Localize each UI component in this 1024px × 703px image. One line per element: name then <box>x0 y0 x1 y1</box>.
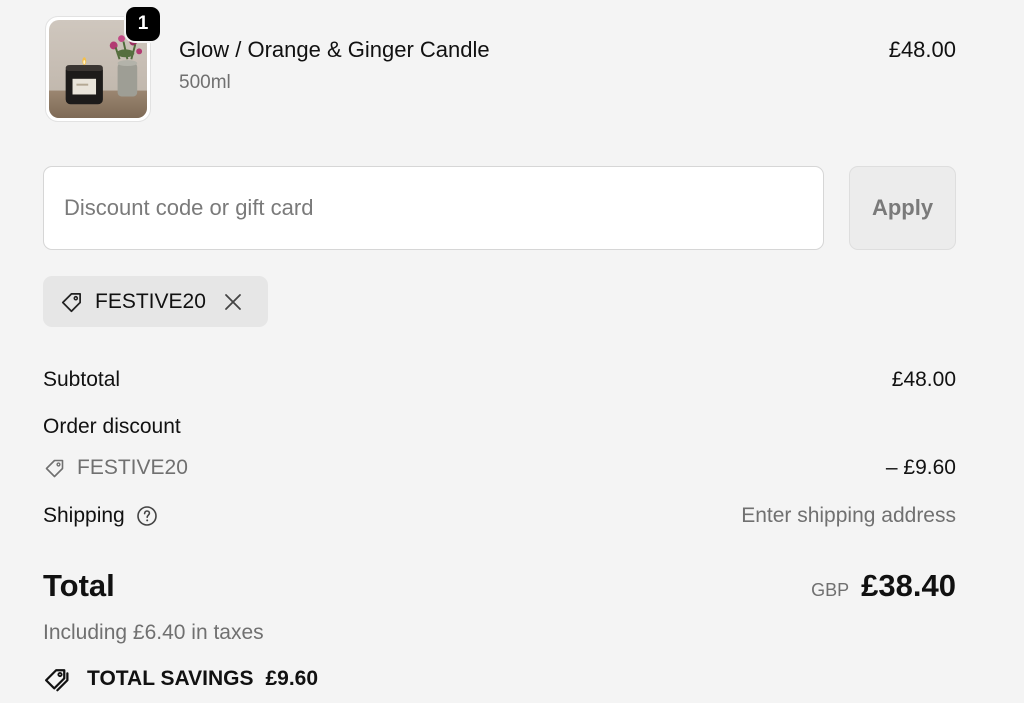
discount-code-input[interactable] <box>43 166 824 250</box>
shipping-help-button[interactable] <box>135 504 159 528</box>
discount-code-label: FESTIVE20 <box>77 456 188 479</box>
remove-discount-button[interactable] <box>222 291 244 313</box>
total-label: Total <box>43 568 115 603</box>
question-circle-icon <box>136 506 157 526</box>
shipping-row-label: Shipping <box>43 504 159 528</box>
total-amount: £38.40 <box>861 568 956 603</box>
subtotal-value: £48.00 <box>891 368 956 391</box>
discount-code-line: FESTIVE20 <box>43 456 188 480</box>
product-price: £48.00 <box>888 37 956 62</box>
applied-discount-chip: FESTIVE20 <box>43 276 268 327</box>
shipping-value: Enter shipping address <box>741 504 956 527</box>
tag-icon <box>45 459 64 478</box>
taxes-note: Including £6.40 in taxes <box>43 621 264 644</box>
total-savings: TOTAL SAVINGS £9.60 <box>43 664 318 694</box>
applied-discount-code: FESTIVE20 <box>95 289 206 313</box>
product-name: Glow / Orange & Ginger Candle <box>179 37 490 62</box>
shipping-label: Shipping <box>43 504 125 527</box>
line-item: 1 Glow / Orange & Ginger Candle 500ml £4… <box>43 7 956 124</box>
apply-button[interactable]: Apply <box>849 166 956 250</box>
subtotal-label: Subtotal <box>43 368 121 391</box>
savings-tag-icon <box>45 669 69 692</box>
savings-label: TOTAL SAVINGS <box>87 667 254 690</box>
total-value: GBP £38.40 <box>811 568 956 604</box>
order-summary: 1 Glow / Orange & Ginger Candle 500ml £4… <box>0 0 1024 703</box>
total-currency: GBP <box>811 580 850 600</box>
product-variant: 500ml <box>179 72 231 93</box>
quantity-badge: 1 <box>126 7 160 41</box>
order-discount-label: Order discount <box>43 415 181 438</box>
savings-amount: £9.60 <box>265 667 319 690</box>
tag-icon <box>61 292 81 312</box>
discount-value: – £9.60 <box>885 456 956 479</box>
close-icon <box>224 293 241 310</box>
